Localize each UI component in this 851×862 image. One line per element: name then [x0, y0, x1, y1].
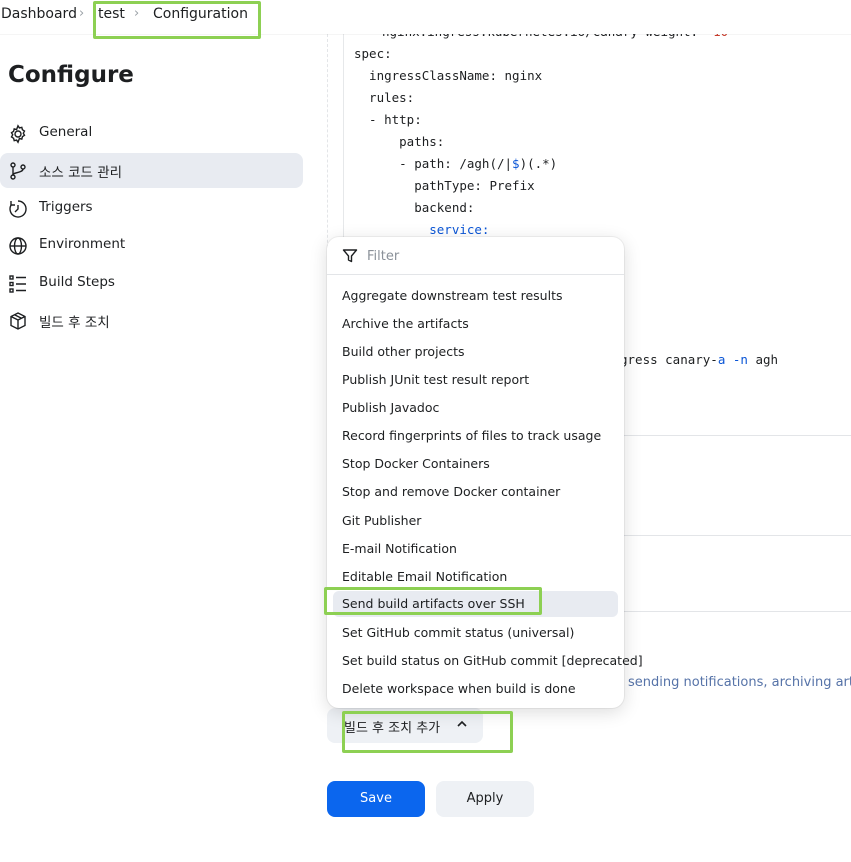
menu-item-label: Publish Javadoc	[342, 400, 440, 415]
gear-icon	[10, 124, 26, 144]
chevron-up-icon	[457, 720, 467, 727]
sidebar-item-label: Build Steps	[39, 274, 115, 290]
menu-item-label: Aggregate downstream test results	[342, 288, 563, 303]
menu-item-label: Set GitHub commit status (universal)	[342, 625, 575, 640]
menu-item-git-publisher[interactable]: Git Publisher	[333, 508, 618, 534]
menu-item-editable-email[interactable]: Editable Email Notification	[333, 564, 618, 590]
sidebar-item-environment[interactable]: Environment	[0, 228, 303, 263]
apply-button-label: Apply	[466, 791, 504, 806]
breadcrumb-separator: ›	[79, 6, 85, 21]
menu-item-label: Send build artifacts over SSH	[342, 596, 525, 611]
sidebar-item-label: Triggers	[39, 199, 93, 215]
page-title: Configure	[8, 62, 134, 88]
menu-item-label: Editable Email Notification	[342, 569, 508, 584]
menu-item-label: E-mail Notification	[342, 541, 457, 556]
menu-item-label: Record fingerprints of files to track us…	[342, 428, 602, 443]
breadcrumb-configuration[interactable]: Configuration	[153, 6, 248, 22]
code-line: - path: /agh(/|$)(.*)	[354, 156, 558, 171]
code-line: spec:	[354, 46, 392, 61]
menu-item-email-notification[interactable]: E-mail Notification	[333, 536, 618, 562]
sidebar-item-label: 빌드 후 조치	[39, 315, 110, 331]
menu-item-archive-artifacts[interactable]: Archive the artifacts	[333, 311, 618, 337]
save-button-label: Save	[360, 791, 392, 806]
add-post-build-label: 빌드 후 조치 추가	[344, 721, 441, 736]
menu-item-label: Set build status on GitHub commit [depre…	[342, 653, 643, 668]
menu-item-github-build-status[interactable]: Set build status on GitHub commit [depre…	[333, 648, 643, 674]
breadcrumb-separator: ›	[134, 6, 140, 21]
menu-item-label: Delete workspace when build is done	[342, 681, 576, 696]
code-line: pathType: Prefix	[354, 178, 535, 193]
code-line: ingressClassName: nginx	[354, 68, 543, 83]
menu-item-record-fingerprints[interactable]: Record fingerprints of files to track us…	[333, 423, 618, 449]
menu-item-publish-junit[interactable]: Publish JUnit test result report	[333, 367, 618, 393]
menu-item-stop-remove-docker[interactable]: Stop and remove Docker container	[333, 479, 618, 505]
breadcrumb-test[interactable]: test	[98, 6, 125, 22]
apply-button[interactable]: Apply	[436, 781, 534, 817]
package-icon	[10, 312, 26, 330]
save-button[interactable]: Save	[327, 781, 425, 817]
section-divider	[620, 535, 851, 536]
code-line: - http:	[354, 112, 422, 127]
menu-item-label: Publish JUnit test result report	[342, 372, 530, 387]
filter-row	[327, 237, 624, 275]
sidebar-item-label: Environment	[39, 236, 126, 252]
code-line: backend:	[354, 200, 475, 215]
section-divider	[620, 435, 851, 436]
menu-item-stop-docker[interactable]: Stop Docker Containers	[333, 451, 618, 477]
menu-item-build-other-projects[interactable]: Build other projects	[333, 339, 618, 365]
menu-item-delete-workspace[interactable]: Delete workspace when build is done	[333, 676, 618, 702]
code-line: rules:	[354, 90, 415, 105]
breadcrumb-dashboard[interactable]: Dashboard	[1, 6, 77, 22]
menu-item-label: Build other projects	[342, 344, 465, 359]
code-line: service:	[354, 222, 490, 237]
code-line: gress canary-a -n agh	[620, 352, 779, 367]
filter-input[interactable]	[367, 246, 607, 266]
menu-item-label: Git Publisher	[342, 513, 422, 528]
add-post-build-action-button[interactable]: 빌드 후 조치 추가	[327, 708, 483, 743]
breadcrumb: Dashboard › test › Configuration	[0, 0, 851, 34]
filter-icon	[342, 249, 358, 263]
post-build-description: sending notifications, archiving artifac	[628, 675, 851, 690]
menu-item-aggregate-downstream[interactable]: Aggregate downstream test results	[333, 283, 618, 309]
menu-item-github-commit-status[interactable]: Set GitHub commit status (universal)	[333, 620, 618, 646]
menu-item-label: Stop and remove Docker container	[342, 484, 561, 499]
globe-icon	[9, 237, 27, 255]
code-line: paths:	[354, 134, 445, 149]
list-icon	[9, 275, 26, 293]
post-build-action-dropdown: Aggregate downstream test results Archiv…	[327, 237, 643, 708]
menu-item-label: Archive the artifacts	[342, 316, 469, 331]
branch-icon	[10, 162, 26, 180]
sidebar-item-label: 소스 코드 관리	[39, 165, 123, 181]
menu-item-publish-javadoc[interactable]: Publish Javadoc	[333, 395, 618, 421]
sidebar-item-source-code[interactable]: 소스 코드 관리	[0, 153, 303, 188]
sidebar-item-triggers[interactable]: Triggers	[0, 191, 303, 226]
sidebar-item-label: General	[39, 124, 93, 140]
sidebar-item-build-steps[interactable]: Build Steps	[0, 266, 303, 301]
sidebar-item-post-build[interactable]: 빌드 후 조치	[0, 303, 303, 338]
menu-item-label: Stop Docker Containers	[342, 456, 490, 471]
menu-item-send-artifacts-ssh[interactable]: Send build artifacts over SSH	[333, 591, 618, 617]
timer-icon	[9, 200, 27, 218]
section-divider	[620, 611, 851, 612]
sidebar-item-general[interactable]: General	[0, 116, 303, 151]
